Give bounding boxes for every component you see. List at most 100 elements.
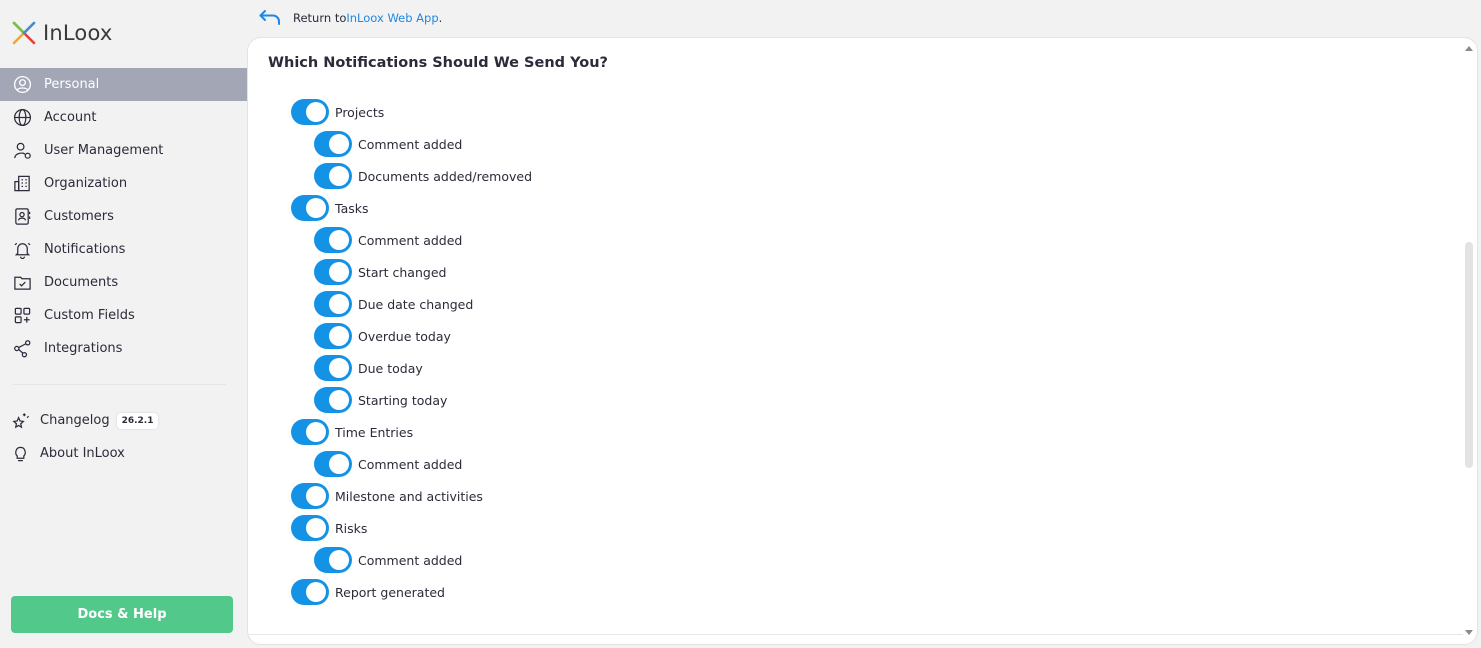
scroll-down-arrow-icon[interactable]	[1465, 630, 1473, 635]
toggle-label: Report generated	[335, 584, 445, 600]
toggle-row-projects: Projects	[291, 96, 532, 128]
report-generated-toggle[interactable]	[291, 579, 329, 605]
globe-icon	[12, 108, 32, 128]
sidebar-item-about[interactable]: About InLoox	[0, 437, 247, 470]
sidebar-item-user-management[interactable]: User Management	[0, 134, 247, 167]
toggle-label: Time Entries	[335, 424, 414, 440]
projects-comment-added-toggle[interactable]	[314, 131, 352, 157]
return-link-bar: Return to InLoox Web App .	[258, 8, 442, 28]
bell-icon	[12, 240, 32, 260]
return-web-app-link[interactable]: InLoox Web App	[346, 11, 438, 25]
user-settings-icon	[12, 141, 32, 161]
card-footer-divider	[248, 634, 1463, 635]
lightbulb-icon	[10, 444, 30, 464]
notifications-card: Which Notifications Should We Send You? …	[247, 37, 1478, 645]
toggle-label: Start changed	[358, 264, 447, 280]
sidebar-item-organization[interactable]: Organization	[0, 167, 247, 200]
sidebar-item-label: About InLoox	[40, 446, 125, 461]
time-entries-comment-added-toggle[interactable]	[314, 451, 352, 477]
sidebar-item-changelog[interactable]: Changelog 26.2.1	[0, 404, 247, 437]
sidebar-item-notifications[interactable]: Notifications	[0, 233, 247, 266]
risks-toggle[interactable]	[291, 515, 329, 541]
start-changed-toggle[interactable]	[314, 259, 352, 285]
toggle-label: Starting today	[358, 392, 448, 408]
sidebar-item-documents[interactable]: Documents	[0, 266, 247, 299]
inloox-logo[interactable]: InLoox	[12, 20, 113, 46]
version-badge: 26.2.1	[116, 412, 159, 429]
vertical-scrollbar[interactable]	[1461, 38, 1477, 644]
toggle-row-tasks-comment-added: Comment added	[291, 224, 532, 256]
time-entries-toggle[interactable]	[291, 419, 329, 445]
sidebar-item-label: Custom Fields	[44, 308, 135, 323]
user-circle-icon	[12, 75, 32, 95]
toggle-row-report-generated: Report generated	[291, 576, 532, 608]
overdue-today-toggle[interactable]	[314, 323, 352, 349]
toggle-row-time-entries: Time Entries	[291, 416, 532, 448]
toggle-label: Comment added	[358, 136, 463, 152]
sidebar-item-label: Account	[44, 110, 97, 125]
sparkle-star-icon	[10, 411, 30, 431]
toggle-row-risks: Risks	[291, 512, 532, 544]
due-date-changed-toggle[interactable]	[314, 291, 352, 317]
grid-plus-icon	[12, 306, 32, 326]
projects-toggle[interactable]	[291, 99, 329, 125]
starting-today-toggle[interactable]	[314, 387, 352, 413]
toggle-label: Projects	[335, 104, 385, 120]
sidebar-item-label: Changelog	[40, 413, 110, 428]
sidebar-item-customers[interactable]: Customers	[0, 200, 247, 233]
sidebar-item-personal[interactable]: Personal	[0, 68, 247, 101]
due-today-toggle[interactable]	[314, 355, 352, 381]
return-arrow-icon[interactable]	[258, 8, 293, 29]
page-title: Which Notifications Should We Send You?	[268, 55, 608, 71]
building-icon	[12, 174, 32, 194]
projects-documents-toggle[interactable]	[314, 163, 352, 189]
sidebar-nav: Personal Account User Management Organiz…	[0, 68, 247, 365]
toggle-row-projects-comment-added: Comment added	[291, 128, 532, 160]
inloox-logo-icon	[12, 21, 36, 45]
sidebar-secondary-nav: Changelog 26.2.1 About InLoox	[0, 404, 247, 470]
sidebar: InLoox Personal Account User Management …	[0, 0, 247, 648]
sidebar-item-label: User Management	[44, 143, 164, 158]
scroll-up-arrow-icon[interactable]	[1465, 46, 1473, 51]
toggle-row-overdue-today: Overdue today	[291, 320, 532, 352]
sidebar-item-label: Integrations	[44, 341, 123, 356]
toggle-label: Tasks	[335, 200, 369, 216]
return-suffix: .	[438, 11, 443, 25]
toggle-row-time-entries-comment-added: Comment added	[291, 448, 532, 480]
docs-help-button[interactable]: Docs & Help	[11, 596, 233, 633]
scrollbar-thumb[interactable]	[1465, 242, 1473, 468]
sidebar-item-integrations[interactable]: Integrations	[0, 332, 247, 365]
sidebar-item-label: Customers	[44, 209, 114, 224]
toggle-label: Comment added	[358, 552, 463, 568]
toggle-label: Comment added	[358, 232, 463, 248]
toggle-label: Comment added	[358, 456, 463, 472]
toggle-label: Documents added/removed	[358, 168, 533, 184]
toggle-label: Due date changed	[358, 296, 474, 312]
toggle-label: Overdue today	[358, 328, 451, 344]
sidebar-item-custom-fields[interactable]: Custom Fields	[0, 299, 247, 332]
share-nodes-icon	[12, 339, 32, 359]
toggle-row-start-changed: Start changed	[291, 256, 532, 288]
toggle-row-tasks: Tasks	[291, 192, 532, 224]
toggle-row-due-date-changed: Due date changed	[291, 288, 532, 320]
toggle-row-projects-documents: Documents added/removed	[291, 160, 532, 192]
notification-toggle-list: Projects Comment added Documents added/r…	[291, 96, 532, 608]
risks-comment-added-toggle[interactable]	[314, 547, 352, 573]
contact-book-icon	[12, 207, 32, 227]
tasks-comment-added-toggle[interactable]	[314, 227, 352, 253]
toggle-row-risks-comment-added: Comment added	[291, 544, 532, 576]
sidebar-item-account[interactable]: Account	[0, 101, 247, 134]
sidebar-item-label: Notifications	[44, 242, 126, 257]
sidebar-item-label: Organization	[44, 176, 128, 191]
toggle-row-milestones: Milestone and activities	[291, 480, 532, 512]
sidebar-item-label: Personal	[44, 77, 100, 92]
folder-check-icon	[12, 273, 32, 293]
sidebar-divider	[12, 384, 226, 385]
logo-text: InLoox	[43, 21, 113, 45]
toggle-row-due-today: Due today	[291, 352, 532, 384]
milestones-toggle[interactable]	[291, 483, 329, 509]
toggle-label: Due today	[358, 360, 423, 376]
sidebar-item-label: Documents	[44, 275, 119, 290]
tasks-toggle[interactable]	[291, 195, 329, 221]
toggle-label: Risks	[335, 520, 368, 536]
